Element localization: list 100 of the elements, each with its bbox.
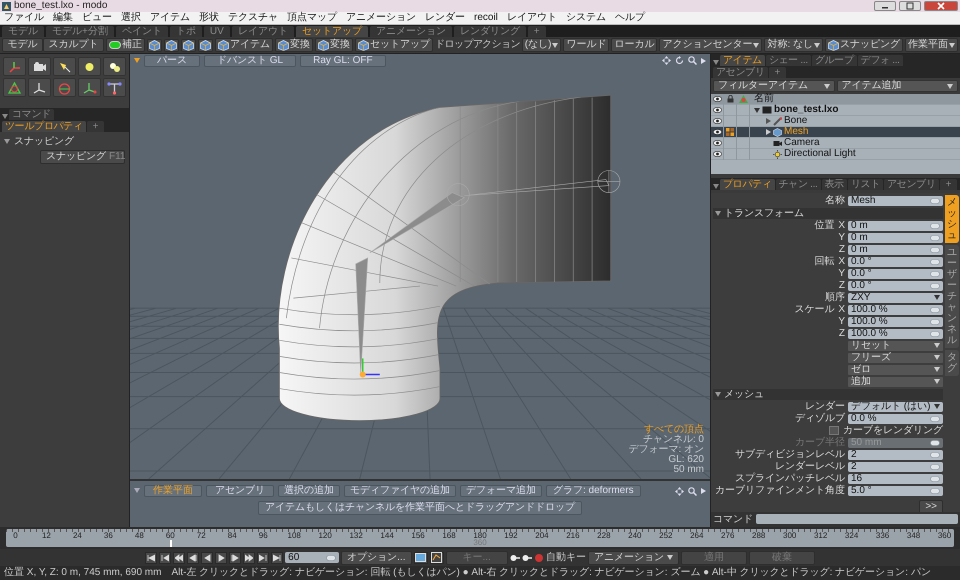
value-field[interactable]: 0.0 ° xyxy=(848,268,943,279)
previous-frame-button[interactable] xyxy=(173,552,186,564)
close-button[interactable] xyxy=(924,1,958,11)
section-header[interactable]: メッシュ xyxy=(713,389,943,400)
tree-row[interactable]: bone_test.lxo xyxy=(711,105,960,116)
playhead[interactable] xyxy=(170,540,172,547)
add-tab-button[interactable]: + xyxy=(768,67,786,78)
toolbar-button[interactable]: ワールド xyxy=(563,38,610,52)
panel-tab[interactable]: チャン ... xyxy=(776,179,821,190)
tool-button[interactable]: スナッピング xyxy=(825,38,903,52)
panel-tab[interactable]: アセンブリ xyxy=(884,179,939,190)
panel-tab[interactable]: 表示 xyxy=(822,179,847,190)
tool-button[interactable] xyxy=(53,78,76,97)
tool-button[interactable] xyxy=(53,57,76,76)
layout-tab[interactable]: アニメーション xyxy=(370,26,452,37)
layout-tab[interactable]: UV xyxy=(204,26,230,37)
panel-tab[interactable]: プロパティ xyxy=(720,179,775,190)
panel-tab[interactable]: アセンブリ xyxy=(713,67,768,78)
next-frame-button[interactable] xyxy=(243,552,256,564)
next-key-button[interactable] xyxy=(257,552,270,564)
dropdown-button[interactable]: アクションセンター xyxy=(659,38,762,52)
snapping-button[interactable]: スナッピング F11 xyxy=(40,150,125,164)
tool-button[interactable] xyxy=(78,78,101,97)
options-button[interactable]: オプション... xyxy=(341,550,412,564)
layout-tab[interactable]: モデル xyxy=(2,26,44,37)
menu-item[interactable]: 編集 xyxy=(53,12,73,24)
value-field[interactable]: Mesh xyxy=(848,196,943,206)
dropdown-button[interactable]: 作業平面 xyxy=(905,38,958,52)
value-field[interactable]: 100.0 % xyxy=(848,328,943,339)
menu-item[interactable]: アニメーション xyxy=(346,12,416,24)
tree-row[interactable]: Mesh xyxy=(711,127,960,138)
zoom-icon[interactable] xyxy=(688,56,697,65)
add-tab-button[interactable]: + xyxy=(940,179,958,190)
menu-item[interactable]: 選択 xyxy=(121,12,141,24)
value-field[interactable]: 0.0 ° xyxy=(848,256,943,267)
side-tab[interactable]: メッシュ xyxy=(945,195,959,243)
view-button[interactable]: ドバンスト GL xyxy=(204,54,296,66)
panel-tab[interactable]: アイテム xyxy=(720,55,765,66)
add-tab-button[interactable]: + xyxy=(86,121,104,132)
menu-item[interactable]: ファイル xyxy=(4,12,44,24)
menu-item[interactable]: 形状 xyxy=(199,12,219,24)
value-field[interactable]: 0.0 % xyxy=(848,414,943,424)
schematic-button[interactable]: モディファイヤの追加 xyxy=(344,485,456,497)
zoom-icon[interactable] xyxy=(688,486,697,496)
tool-button[interactable] xyxy=(198,38,214,52)
menu-item[interactable]: レンダー xyxy=(425,12,465,24)
tool-button[interactable] xyxy=(28,57,51,76)
frame-field[interactable]: 60 xyxy=(285,552,340,563)
mode-button[interactable]: スカルプト xyxy=(43,38,104,52)
menu-item[interactable]: レイアウト xyxy=(506,12,557,24)
value-field[interactable]: 0.0 ° xyxy=(848,280,943,291)
action-dropdown[interactable]: ゼロ xyxy=(848,364,943,374)
tool-button[interactable] xyxy=(164,38,180,52)
tool-button[interactable] xyxy=(181,38,196,52)
panel-tab[interactable]: リスト xyxy=(848,179,884,190)
play-button[interactable] xyxy=(215,552,228,564)
side-tab[interactable]: タグ xyxy=(945,350,959,376)
toggle-button[interactable]: 補正 xyxy=(106,38,146,52)
panel-tab[interactable]: グループ xyxy=(812,55,857,66)
tool-button[interactable] xyxy=(3,78,26,97)
tool-button[interactable]: 変換 xyxy=(275,38,314,52)
menu-item[interactable]: recoil xyxy=(474,12,498,24)
action-dropdown[interactable]: フリーズ xyxy=(848,352,943,362)
layout-tab[interactable]: セットアップ xyxy=(296,26,368,37)
step-forward-button[interactable] xyxy=(229,552,242,564)
graph-button[interactable]: グラフ: deformers xyxy=(546,485,641,497)
dropdown-button[interactable]: アニメーション xyxy=(588,550,679,564)
schematic-button[interactable]: デフォーマ追加 xyxy=(460,485,542,497)
layout-tab[interactable]: モデル+分割 xyxy=(46,26,114,37)
value-field[interactable]: 0 m xyxy=(848,244,943,255)
menu-item[interactable]: テクスチャ xyxy=(228,12,278,24)
tool-button[interactable]: アイテム xyxy=(215,38,274,52)
panel-tab[interactable]: ツールプロパティ xyxy=(2,121,86,132)
first-frame-button[interactable] xyxy=(145,552,158,564)
value-field[interactable]: 2 xyxy=(848,462,943,472)
dropdown-button[interactable]: アイテム追加 xyxy=(836,80,958,92)
keys-icon[interactable] xyxy=(522,552,532,562)
section-header[interactable]: トランスフォーム xyxy=(713,208,943,219)
layout-tab[interactable]: ペイント xyxy=(116,26,168,37)
tool-button[interactable] xyxy=(103,57,126,76)
toolbar-button[interactable]: ローカル xyxy=(611,38,658,52)
menu-item[interactable]: 頂点マップ xyxy=(287,12,337,24)
value-field[interactable]: 2 xyxy=(848,450,943,460)
tool-button[interactable] xyxy=(147,38,162,52)
menu-item[interactable]: システム xyxy=(566,12,606,24)
tool-button[interactable]: 変換 xyxy=(315,38,354,52)
pan-icon[interactable] xyxy=(662,56,671,65)
view-button[interactable]: Ray GL: OFF xyxy=(300,54,386,66)
add-tab-button[interactable]: + xyxy=(528,26,546,37)
value-field[interactable]: 0 m xyxy=(848,220,943,231)
layout-tab[interactable]: レンダリング xyxy=(454,26,526,37)
layout-tab[interactable]: レイアウト xyxy=(232,26,294,37)
value-field[interactable]: 100.0 % xyxy=(848,316,943,327)
rotate-icon[interactable] xyxy=(675,56,684,65)
tool-button[interactable] xyxy=(78,57,101,76)
side-tab[interactable]: ユーザーチャンネル xyxy=(945,245,959,348)
tool-button[interactable]: セットアップ xyxy=(355,38,434,52)
maximize-button[interactable] xyxy=(899,1,921,11)
pan-icon[interactable] xyxy=(675,486,684,496)
menu-item[interactable]: ヘルプ xyxy=(614,12,645,24)
